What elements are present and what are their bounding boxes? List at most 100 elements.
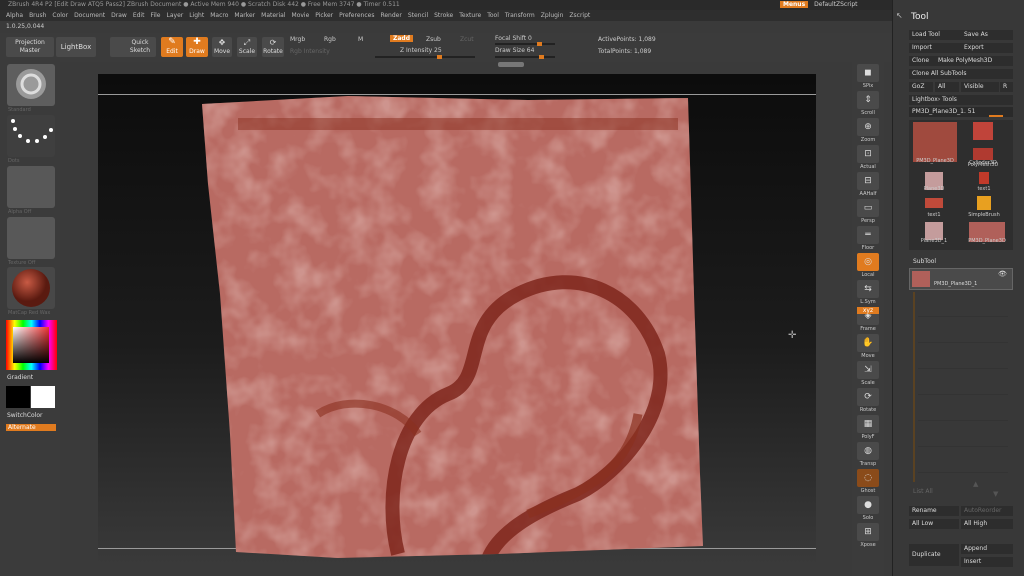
tool-thumbnail[interactable] — [913, 122, 957, 162]
alternate-button[interactable]: Alternate — [6, 424, 56, 431]
floor-button[interactable]: ═ — [857, 226, 879, 244]
zcut-button[interactable]: Zcut — [460, 36, 474, 43]
xyz-symmetry-button[interactable]: xyz — [857, 307, 879, 314]
edit-button[interactable]: ✎ Edit — [161, 37, 183, 57]
menu-tool[interactable]: Tool — [487, 10, 499, 21]
scale-button[interactable]: ⇲ — [857, 361, 879, 379]
lightbox-tools-button[interactable]: Lightbox› Tools — [909, 95, 1013, 105]
tool-thumbnail[interactable] — [979, 172, 989, 184]
subtool-row-empty[interactable] — [918, 451, 1008, 473]
menu-edit[interactable]: Edit — [133, 10, 145, 21]
z-intensity-slider[interactable] — [375, 55, 475, 59]
menu-document[interactable]: Document — [74, 10, 105, 21]
secondary-color-swatch[interactable] — [31, 386, 55, 408]
duplicate-button[interactable]: Duplicate — [909, 544, 959, 566]
menu-marker[interactable]: Marker — [234, 10, 255, 21]
subtool-row-empty[interactable] — [918, 295, 1008, 317]
lightbox-button[interactable]: LightBox — [56, 37, 96, 57]
draw-button[interactable]: ✚ Draw — [186, 37, 208, 57]
brush-thumbnail[interactable] — [7, 64, 55, 106]
xpose-button[interactable]: ⊞ — [857, 523, 879, 541]
ghost-button[interactable]: ◌ — [857, 469, 879, 487]
zadd-button[interactable]: Zadd — [390, 35, 413, 42]
tool-thumbnail[interactable] — [973, 122, 993, 140]
menu-preferences[interactable]: Preferences — [339, 10, 374, 21]
gradient-label[interactable]: Gradient — [7, 374, 33, 381]
persp-button[interactable]: ▭ — [857, 199, 879, 217]
subtool-header[interactable]: SubTool — [913, 258, 936, 265]
goz-button[interactable]: GoZ — [909, 82, 933, 92]
spix-button[interactable]: ◼ — [857, 64, 879, 82]
move-up-arrow-icon[interactable]: ▲ — [973, 480, 978, 488]
color-picker[interactable] — [6, 320, 57, 370]
clone-all-subtools-button[interactable]: Clone All SubTools — [909, 69, 1013, 79]
tool-thumbnail[interactable] — [925, 198, 943, 208]
rgb-button[interactable]: Rgb — [324, 36, 336, 43]
menu-material[interactable]: Material — [261, 10, 285, 21]
rotate-button[interactable]: ⟳ Rotate — [262, 37, 284, 57]
sculpted-plane-mesh[interactable] — [198, 94, 708, 564]
menu-transform[interactable]: Transform — [505, 10, 535, 21]
list-all-button[interactable]: List All — [913, 488, 933, 495]
menu-movie[interactable]: Movie — [292, 10, 310, 21]
subtool-row-empty[interactable] — [918, 425, 1008, 447]
actual-button[interactable]: ⊡ — [857, 145, 879, 163]
stroke-thumbnail[interactable] — [7, 115, 55, 157]
draw-size-slider[interactable] — [495, 55, 555, 59]
menu-picker[interactable]: Picker — [315, 10, 333, 21]
quick-sketch-button[interactable]: Quick Sketch — [110, 37, 156, 57]
visibility-eye-icon[interactable]: 👁 — [998, 270, 1007, 278]
menu-macro[interactable]: Macro — [210, 10, 228, 21]
import-button[interactable]: Import — [909, 43, 961, 53]
export-button[interactable]: Export — [961, 43, 1013, 53]
default-script-label[interactable]: DefaultZScript — [814, 1, 857, 8]
menu-layer[interactable]: Layer — [167, 10, 184, 21]
polyf-button[interactable]: ▦ — [857, 415, 879, 433]
goz-r-button[interactable]: R — [1000, 82, 1013, 92]
lsym-button[interactable]: ⇆ — [857, 280, 879, 298]
autoreorder-button[interactable]: AutoReorder — [961, 506, 1013, 516]
all-high-button[interactable]: All High — [961, 519, 1013, 529]
menu-color[interactable]: Color — [52, 10, 68, 21]
menu-file[interactable]: File — [150, 10, 160, 21]
menu-draw[interactable]: Draw — [111, 10, 127, 21]
color-picker-square[interactable] — [13, 327, 49, 363]
texture-thumbnail[interactable] — [7, 217, 55, 259]
menu-stroke[interactable]: Stroke — [434, 10, 453, 21]
rotate-button[interactable]: ⟳ — [857, 388, 879, 406]
tool-thumbnail[interactable] — [973, 148, 993, 160]
move-down-arrow-icon[interactable]: ▼ — [993, 490, 998, 498]
make-polymesh-button[interactable]: Make PolyMesh3D — [935, 56, 1013, 66]
focal-shift-slider[interactable] — [495, 42, 555, 46]
insert-button[interactable]: Insert — [961, 557, 1013, 567]
tool-thumbnail[interactable] — [977, 196, 991, 210]
load-tool-button[interactable]: Load Tool — [909, 30, 961, 40]
switch-color-button[interactable]: SwitchColor — [7, 412, 43, 419]
mrgb-button[interactable]: Mrgb — [290, 36, 305, 43]
zoom-button[interactable]: ⊕ — [857, 118, 879, 136]
menu-brush[interactable]: Brush — [29, 10, 46, 21]
subtool-row-empty[interactable] — [918, 399, 1008, 421]
m-button[interactable]: M — [358, 36, 363, 43]
rename-button[interactable]: Rename — [909, 506, 959, 516]
subtool-row-empty[interactable] — [918, 347, 1008, 369]
subtool-scrollbar[interactable] — [913, 292, 915, 482]
collapse-arrow-icon[interactable]: ↖ — [896, 11, 903, 20]
save-as-button[interactable]: Save As — [961, 30, 1013, 40]
transp-button[interactable]: ◍ — [857, 442, 879, 460]
alpha-thumbnail[interactable] — [7, 166, 55, 208]
move-button[interactable]: ✋ — [857, 334, 879, 352]
material-thumbnail[interactable] — [7, 267, 55, 309]
subtool-row-active[interactable]: PM3D_Plane3D_1 👁 — [909, 268, 1013, 290]
local-button[interactable]: ◎ — [857, 253, 879, 271]
menu-zscript[interactable]: Zscript — [569, 10, 590, 21]
main-color-swatch[interactable] — [6, 386, 30, 408]
menu-alpha[interactable]: Alpha — [6, 10, 23, 21]
solo-button[interactable]: ● — [857, 496, 879, 514]
menu-light[interactable]: Light — [189, 10, 204, 21]
goz-visible-button[interactable]: Visible — [961, 82, 999, 92]
move-button[interactable]: ✥ Move — [212, 37, 232, 57]
menu-stencil[interactable]: Stencil — [408, 10, 428, 21]
all-low-button[interactable]: All Low — [909, 519, 959, 529]
subtool-row-empty[interactable] — [918, 321, 1008, 343]
